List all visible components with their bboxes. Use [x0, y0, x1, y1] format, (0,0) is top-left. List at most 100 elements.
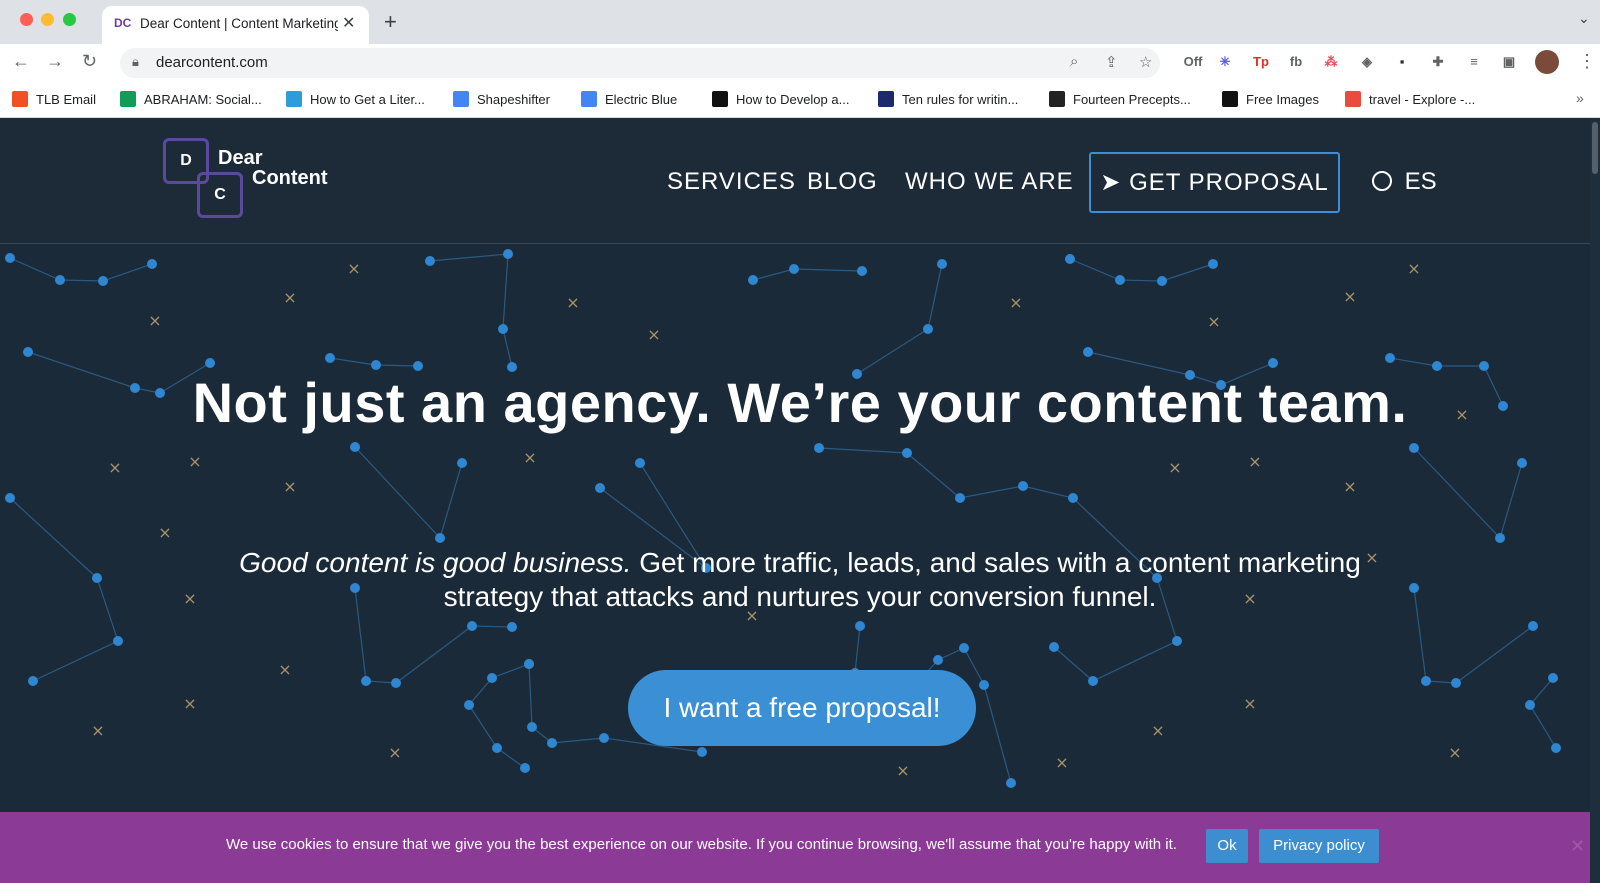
- cross-mark: ×: [1009, 293, 1022, 312]
- reading-list-icon[interactable]: ≡: [1464, 52, 1484, 72]
- constellation-dot: [599, 733, 609, 743]
- minimize-window-button[interactable]: [41, 13, 54, 26]
- close-window-button[interactable]: [20, 13, 33, 26]
- extension-shield-icon[interactable]: ◈: [1357, 52, 1377, 72]
- share-icon[interactable]: ⇪: [1105, 53, 1118, 71]
- constellation-dot: [748, 275, 758, 285]
- constellation-dot: [325, 353, 335, 363]
- scrollbar-thumb[interactable]: [1592, 122, 1598, 174]
- constellation-dot: [1088, 676, 1098, 686]
- bookmark-item[interactable]: Shapeshifter: [453, 91, 550, 109]
- web-page: ×××××××××××××××××××××××××××××××× D C Dea…: [0, 118, 1600, 883]
- nav-services[interactable]: SERVICES: [667, 168, 796, 196]
- constellation-line: [9, 497, 119, 682]
- bookmarks-bar: TLB Email ABRAHAM: Social... How to Get …: [0, 82, 1600, 118]
- bookmark-label: Ten rules for writin...: [902, 92, 1019, 107]
- cross-mark: ×: [188, 452, 201, 471]
- constellation-line: [1069, 258, 1214, 282]
- constellation-dot: [507, 622, 517, 632]
- constellation-dot: [520, 763, 530, 773]
- cookie-ok-button[interactable]: Ok: [1206, 829, 1248, 863]
- bookmark-item[interactable]: How to Get a Liter...: [286, 91, 425, 109]
- constellation-dot: [1172, 636, 1182, 646]
- extension-dots-icon[interactable]: ▪: [1392, 52, 1412, 72]
- constellation-dot: [1409, 443, 1419, 453]
- nav-who-we-are[interactable]: WHO WE ARE: [905, 168, 1074, 196]
- bookmark-item[interactable]: TLB Email: [12, 91, 96, 109]
- extension-asana-icon[interactable]: ⁂: [1321, 52, 1341, 72]
- constellation-dot: [902, 448, 912, 458]
- nav-blog[interactable]: BLOG: [807, 168, 878, 196]
- extensions-puzzle-icon[interactable]: ✚: [1428, 52, 1448, 72]
- side-panel-icon[interactable]: ▣: [1499, 52, 1519, 72]
- close-tab-icon[interactable]: ✕: [342, 13, 355, 33]
- back-button[interactable]: ←: [12, 51, 30, 72]
- reload-button[interactable]: ↻: [82, 51, 97, 72]
- constellation-dot: [487, 673, 497, 683]
- browser-tab[interactable]: DC Dear Content | Content Marketing Agen…: [102, 6, 369, 44]
- constellation-dot: [1525, 700, 1535, 710]
- bookmark-item[interactable]: ABRAHAM: Social...: [120, 91, 262, 109]
- constellation-dot: [435, 533, 445, 543]
- constellation-dot: [155, 388, 165, 398]
- constellation-dot: [547, 738, 557, 748]
- bookmark-label: Fourteen Precepts...: [1073, 92, 1191, 107]
- constellation-dot: [1208, 259, 1218, 269]
- constellation-dot: [923, 324, 933, 334]
- constellation-dot: [697, 747, 707, 757]
- constellation-dot: [1268, 358, 1278, 368]
- bookmark-item[interactable]: Fourteen Precepts...: [1049, 91, 1191, 109]
- hero-subtitle: Good content is good business. Get more …: [190, 546, 1410, 614]
- new-tab-button[interactable]: +: [384, 9, 397, 35]
- get-proposal-button[interactable]: ➤ GET PROPOSAL: [1089, 152, 1340, 213]
- zoom-window-button[interactable]: [63, 13, 76, 26]
- bookmark-item[interactable]: Electric Blue: [581, 91, 677, 109]
- constellation-dot: [28, 676, 38, 686]
- extension-asterisk-icon[interactable]: ✳: [1215, 52, 1235, 72]
- language-switcher[interactable]: ES: [1372, 168, 1437, 196]
- bookmarks-overflow-icon[interactable]: »: [1576, 90, 1584, 106]
- extension-fb-icon[interactable]: fb: [1286, 52, 1306, 72]
- constellation-dot: [1495, 533, 1505, 543]
- address-bar[interactable]: 🔒︎ dearcontent.com ⌕ ⇪ ☆: [120, 48, 1160, 78]
- cross-mark: ×: [1055, 753, 1068, 772]
- bookmark-label: travel - Explore -...: [1369, 92, 1476, 107]
- constellation-dot: [595, 483, 605, 493]
- bookmark-item[interactable]: Free Images: [1222, 91, 1319, 109]
- tab-search-chevron-icon[interactable]: ⌄: [1578, 10, 1590, 27]
- constellation-dot: [1049, 642, 1059, 652]
- extension-off-icon[interactable]: Off: [1183, 52, 1203, 72]
- bookmark-star-icon[interactable]: ☆: [1139, 53, 1152, 71]
- profile-avatar[interactable]: [1535, 50, 1559, 74]
- extension-tp-icon[interactable]: Tp: [1251, 52, 1271, 72]
- constellation-dot: [1451, 678, 1461, 688]
- cross-mark: ×: [1248, 452, 1261, 471]
- bookmark-item[interactable]: travel - Explore -...: [1345, 91, 1475, 109]
- privacy-policy-button[interactable]: Privacy policy: [1259, 829, 1379, 863]
- bookmark-favicon-icon: [1345, 91, 1361, 107]
- bookmark-item[interactable]: Ten rules for writin...: [878, 91, 1018, 109]
- browser-menu-icon[interactable]: ⋮: [1578, 51, 1596, 72]
- forward-button[interactable]: →: [46, 51, 64, 72]
- free-proposal-button[interactable]: I want a free proposal!: [628, 670, 976, 746]
- constellation-dot: [1479, 361, 1489, 371]
- cross-mark: ×: [1207, 312, 1220, 331]
- page-scrollbar[interactable]: [1590, 118, 1600, 883]
- constellation-dot: [147, 259, 157, 269]
- logo-word-content: Content: [252, 167, 328, 189]
- cookie-close-icon[interactable]: ✕: [1570, 836, 1585, 857]
- zoom-search-icon[interactable]: ⌕: [1070, 53, 1078, 70]
- bookmark-label: How to Develop a...: [736, 92, 850, 107]
- constellation-dot: [503, 249, 513, 259]
- constellation-dot: [1409, 583, 1419, 593]
- constellation-dot: [23, 347, 33, 357]
- constellation-dot: [635, 458, 645, 468]
- site-logo[interactable]: D C Dear Content: [163, 138, 343, 220]
- cross-mark: ×: [896, 761, 909, 780]
- cross-mark: ×: [347, 259, 360, 278]
- constellation-line: [752, 268, 863, 281]
- constellation-line: [429, 253, 513, 368]
- bookmark-item[interactable]: How to Develop a...: [712, 91, 849, 109]
- constellation-dot: [1551, 743, 1561, 753]
- hero-subtitle-italic: Good content is good business.: [239, 547, 632, 578]
